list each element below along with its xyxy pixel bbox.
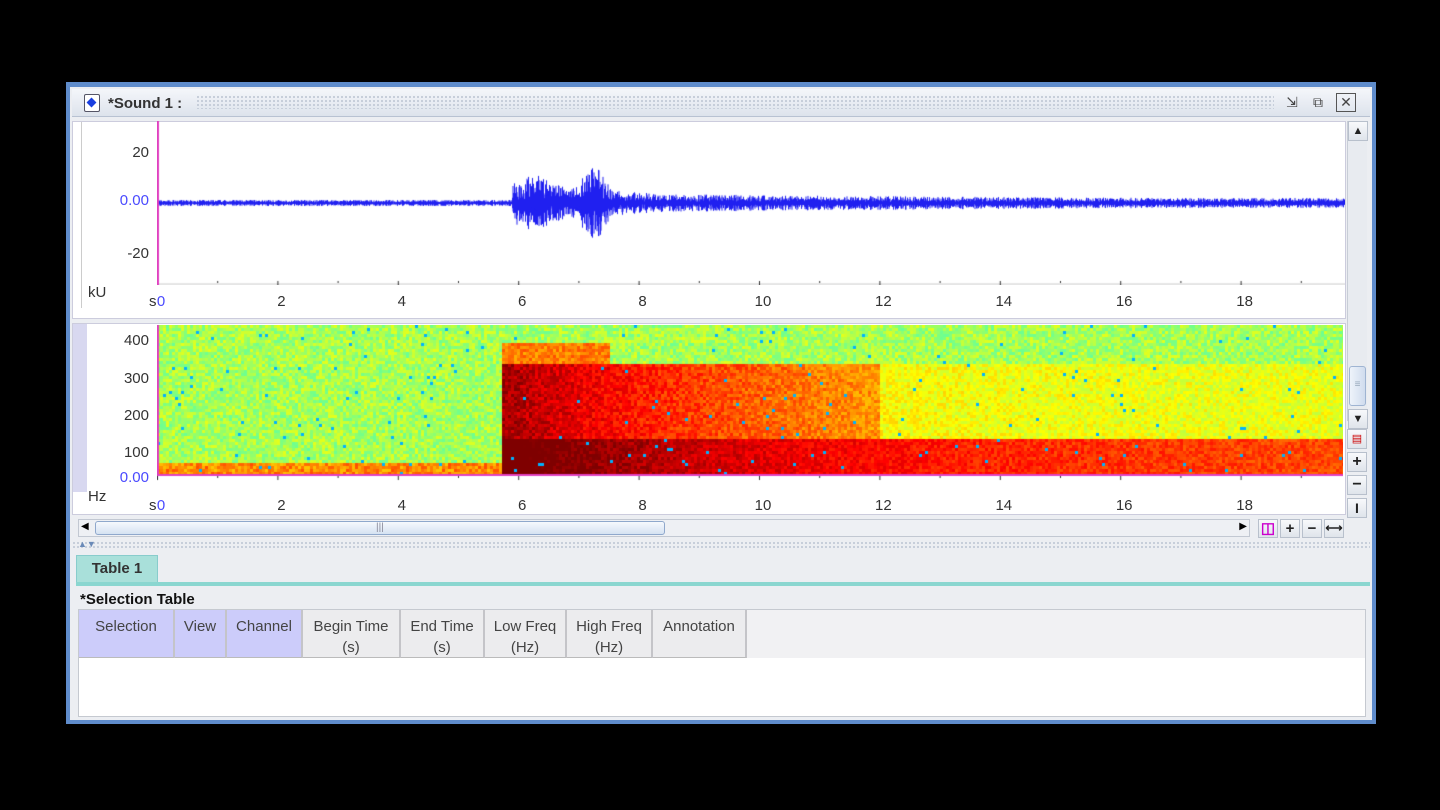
horizontal-zoom-fit-icon[interactable]: ◫ [1258, 519, 1278, 538]
vertical-zoom-fit-icon[interactable]: ▤ [1347, 429, 1367, 449]
selection-table: Selection View Channel Begin Time (s) End Tim… [78, 609, 1366, 717]
wave-x-unit: s [149, 293, 157, 310]
column-unit: (s) [433, 639, 451, 656]
time-tick-label: 0 [156, 293, 166, 310]
column-header[interactable]: View [175, 610, 227, 658]
time-tick-label: 12 [875, 293, 892, 310]
close-icon[interactable]: ✕ [1336, 93, 1356, 112]
time-tick-label: 16 [1115, 497, 1133, 514]
wave-ytick: -20 [127, 245, 149, 262]
horizontal-zoom-in-icon[interactable]: + [1280, 519, 1300, 538]
column-header[interactable]: High Freq (Hz) [567, 610, 653, 658]
time-tick-label: 4 [397, 497, 406, 514]
time-tick-label: 10 [754, 293, 772, 310]
title-bar: *Sound 1 : ⇲ ⧉ ✕ [72, 89, 1370, 117]
time-tick-label: 14 [995, 497, 1013, 514]
time-tick-label: 6 [518, 497, 527, 514]
scroll-right-icon[interactable]: ▶ [1239, 521, 1247, 532]
horizontal-scrollbar[interactable]: ◀ ||| ▶ [78, 519, 1250, 537]
time-tick-label: 6 [518, 293, 527, 310]
column-unit: (Hz) [594, 639, 624, 656]
column-unit: (s) [342, 639, 360, 656]
spec-ytick: 400 [123, 332, 149, 349]
horizontal-scroll-thumb[interactable]: ||| [95, 521, 665, 535]
minimize-icon[interactable]: ⇲ [1282, 93, 1302, 112]
wave-ytick: 20 [132, 144, 149, 161]
scroll-down-icon[interactable]: ▼ [1348, 409, 1368, 429]
vertical-zoom-full-icon[interactable]: I [1347, 498, 1367, 518]
time-tick-label: 18 [1236, 293, 1253, 310]
spec-ytick: 0.00 [119, 469, 149, 486]
vertical-scrollbar[interactable]: ▲ ≡ ▼ [1347, 121, 1368, 429]
column-header[interactable]: Low Freq (Hz) [485, 610, 567, 658]
scroll-left-icon[interactable]: ◀ [81, 521, 89, 532]
vertical-scroll-thumb[interactable]: ≡ [1349, 366, 1366, 406]
spec-ytick: 300 [123, 370, 149, 387]
time-tick-label: 2 [277, 293, 286, 310]
sound-window: *Sound 1 : ⇲ ⧉ ✕ 20 0.00 -20 kU s 024681… [66, 82, 1376, 724]
column-header[interactable]: Annotation [653, 610, 747, 658]
time-tick-label: 18 [1236, 497, 1253, 514]
waveform-plot[interactable] [157, 121, 1345, 285]
column-header[interactable]: End Time (s) [401, 610, 485, 658]
time-tick-label: 12 [875, 497, 892, 514]
column-label: Low Freq [493, 618, 557, 635]
title-drag-area[interactable] [196, 95, 1274, 109]
tab-underline [76, 582, 1370, 586]
maximize-icon[interactable]: ⧉ [1308, 93, 1328, 112]
time-tick-label: 10 [754, 497, 772, 514]
sound-document-icon [84, 94, 100, 112]
horizontal-zoom-out-icon[interactable]: − [1302, 519, 1322, 538]
window-title: *Sound 1 : [108, 95, 183, 112]
wave-y-unit: kU [88, 284, 107, 301]
vertical-zoom-in-icon[interactable]: + [1347, 452, 1367, 472]
column-unit: (Hz) [510, 639, 540, 656]
column-label: Annotation [663, 618, 735, 635]
column-header[interactable]: Selection [79, 610, 175, 658]
horizontal-zoom-full-icon[interactable]: ⟷ [1324, 519, 1344, 538]
vertical-zoom-out-icon[interactable]: − [1347, 475, 1367, 495]
tab-table-1[interactable]: Table 1 [76, 555, 158, 582]
column-label: Channel [236, 618, 292, 635]
spec-x-unit: s [149, 497, 157, 514]
column-header[interactable]: Begin Time (s) [303, 610, 401, 658]
time-tick-label: 4 [397, 293, 406, 310]
column-header[interactable]: Channel [227, 610, 303, 658]
time-tick-label: 16 [1115, 293, 1133, 310]
time-tick-label: 2 [277, 497, 286, 514]
spec-y-unit: Hz [88, 488, 107, 505]
time-tick-label: 8 [638, 293, 647, 310]
spec-ytick: 200 [123, 407, 149, 424]
time-tick-label: 14 [995, 293, 1013, 310]
column-label: Selection [95, 618, 157, 635]
spec-ytick: 100 [123, 444, 149, 461]
column-label: Begin Time [313, 618, 389, 635]
scroll-up-icon[interactable]: ▲ [1348, 121, 1368, 141]
selection-table-title: *Selection Table [80, 591, 195, 608]
spectrogram-plot[interactable] [157, 325, 1343, 489]
time-tick-label: 8 [638, 497, 647, 514]
column-label: View [183, 618, 217, 635]
wave-ytick: 0.00 [119, 192, 149, 209]
time-tick-label: 0 [156, 497, 166, 514]
table-header-row: Selection View Channel Begin Time (s) End Tim… [79, 610, 1365, 658]
pane-splitter[interactable]: ▲▼ [72, 539, 1370, 549]
column-label: High Freq [576, 618, 642, 635]
column-label: End Time [410, 618, 474, 635]
